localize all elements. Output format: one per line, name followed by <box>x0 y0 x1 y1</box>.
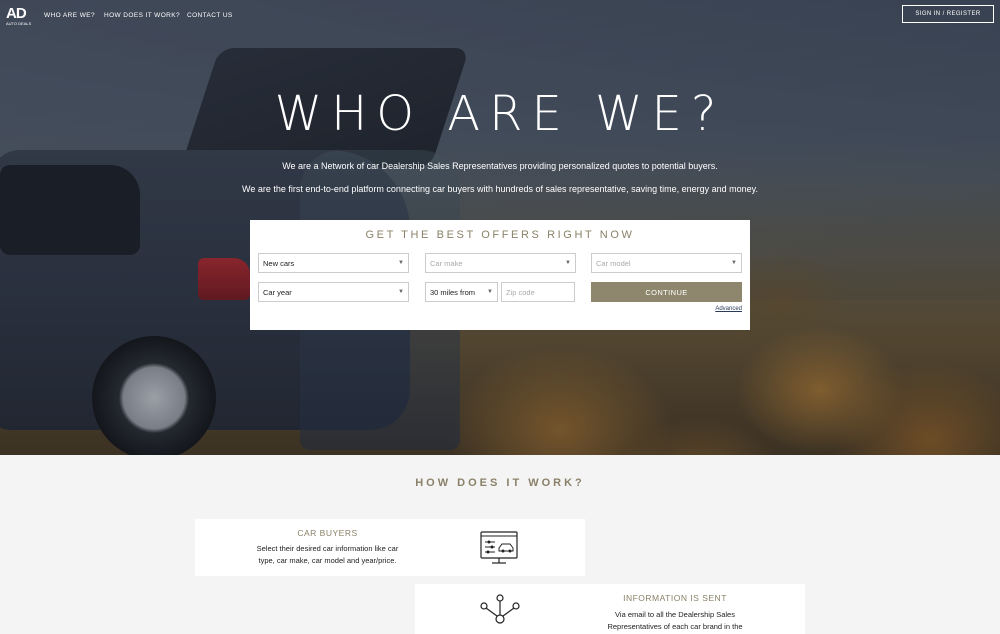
zip-code-input[interactable]: Zip code <box>501 282 575 302</box>
logo-subtext: AUTO DEALS <box>6 21 32 26</box>
hero-title: WHO ARE WE? <box>274 86 726 142</box>
logo-text: AD <box>6 5 27 22</box>
car-make-placeholder: Car make <box>430 258 463 268</box>
nav-link-who-are-we[interactable]: WHO ARE WE? <box>44 12 95 19</box>
monitor-car-icon <box>480 531 518 564</box>
card-title: CAR BUYERS <box>297 528 358 538</box>
search-box: GET THE BEST OFFERS RIGHT NOW New cars ▼… <box>250 220 750 330</box>
hero-paragraph-2: We are the first end-to-end platform con… <box>242 184 758 194</box>
condition-select[interactable]: New cars ▼ <box>258 253 409 273</box>
distance-value: 30 miles from <box>430 287 476 297</box>
condition-select-value: New cars <box>263 258 295 268</box>
logo[interactable]: AD AUTO DEALS <box>6 6 34 26</box>
continue-button[interactable]: CONTINUE <box>591 282 742 302</box>
car-model-select[interactable]: Car model ▼ <box>591 253 742 273</box>
search-title: GET THE BEST OFFERS RIGHT NOW <box>365 229 635 241</box>
card-title: INFORMATION IS SENT <box>623 593 727 603</box>
hero-paragraph-1: We are a Network of car Dealership Sales… <box>282 161 718 171</box>
car-model-placeholder: Car model <box>596 258 631 268</box>
information-sent-card: INFORMATION IS SENT Via email to all the… <box>415 584 805 634</box>
network-icon <box>480 594 520 624</box>
card-text-line: Select their desired car information lik… <box>256 544 399 553</box>
car-year-value: Car year <box>263 287 292 297</box>
distance-select[interactable]: 30 miles from ▼ <box>425 282 498 302</box>
car-buyers-card: CAR BUYERS Select their desired car info… <box>195 519 585 576</box>
car-year-select[interactable]: Car year ▼ <box>258 282 409 302</box>
zip-code-placeholder: Zip code <box>506 287 535 297</box>
signin-register-button[interactable]: SIGN IN / REGISTER <box>902 5 994 23</box>
card-text: Select their desired car information lik… <box>195 543 460 567</box>
advanced-search-link[interactable]: Advanced <box>715 306 742 312</box>
chevron-down-icon: ▼ <box>398 260 404 266</box>
chevron-down-icon: ▼ <box>398 289 404 295</box>
car-make-select[interactable]: Car make ▼ <box>425 253 576 273</box>
nav-link-how-it-works[interactable]: HOW DOES IT WORK? <box>104 12 180 19</box>
card-text-line: Representatives of each car brand in the <box>607 622 743 631</box>
card-text-line: type, car make, car model and year/price… <box>258 556 397 565</box>
top-nav: AD AUTO DEALS WHO ARE WE? HOW DOES IT WO… <box>0 0 1000 32</box>
nav-link-contact-us[interactable]: CONTACT US <box>187 12 233 19</box>
how-it-works-title: HOW DOES IT WORK? <box>415 477 585 489</box>
card-text-line: Via email to all the Dealership Sales <box>615 610 735 619</box>
chevron-down-icon: ▼ <box>565 260 571 266</box>
chevron-down-icon: ▼ <box>731 260 737 266</box>
card-text: Via email to all the Dealership Sales Re… <box>575 609 775 633</box>
chevron-down-icon: ▼ <box>487 289 493 295</box>
